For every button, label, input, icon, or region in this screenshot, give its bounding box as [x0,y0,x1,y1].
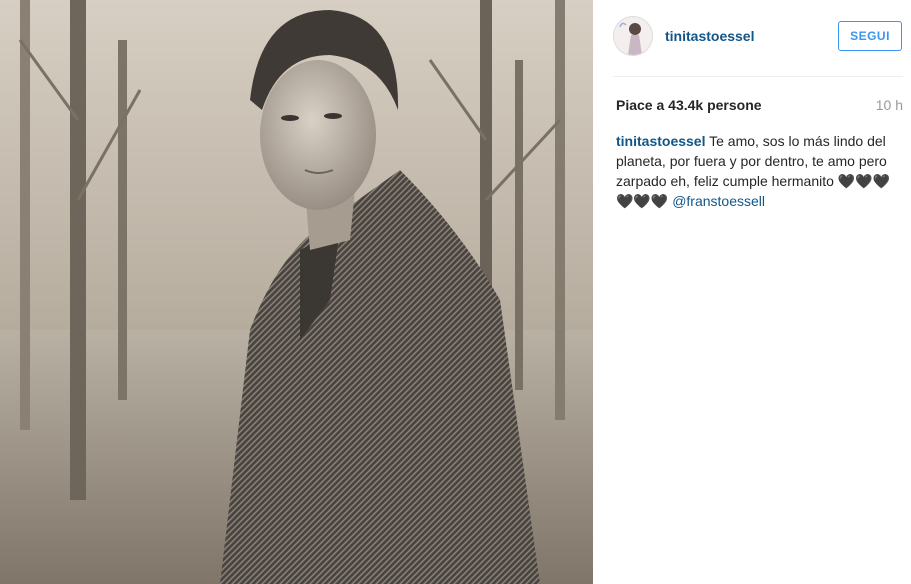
post-header: tinitastoessel SEGUI [613,12,903,62]
instagram-post: tinitastoessel SEGUI Piace a 43.4k perso… [0,0,911,584]
divider [613,76,903,77]
post-sidebar: tinitastoessel SEGUI Piace a 43.4k perso… [593,0,911,584]
sepia-portrait-image [0,0,593,584]
post-timestamp[interactable]: 10 h [876,97,903,113]
post-photo[interactable] [0,0,593,584]
post-caption: tinitastoessel Te amo, sos lo más lindo … [616,131,896,211]
caption-mention-link[interactable]: @franstoessell [672,193,765,209]
likes-count[interactable]: Piace a 43.4k persone [616,97,762,113]
avatar[interactable] [613,16,653,56]
follow-button[interactable]: SEGUI [838,21,902,51]
username-link[interactable]: tinitastoessel [665,28,754,44]
profile-avatar-icon [614,17,652,55]
caption-author-link[interactable]: tinitastoessel [616,133,705,149]
